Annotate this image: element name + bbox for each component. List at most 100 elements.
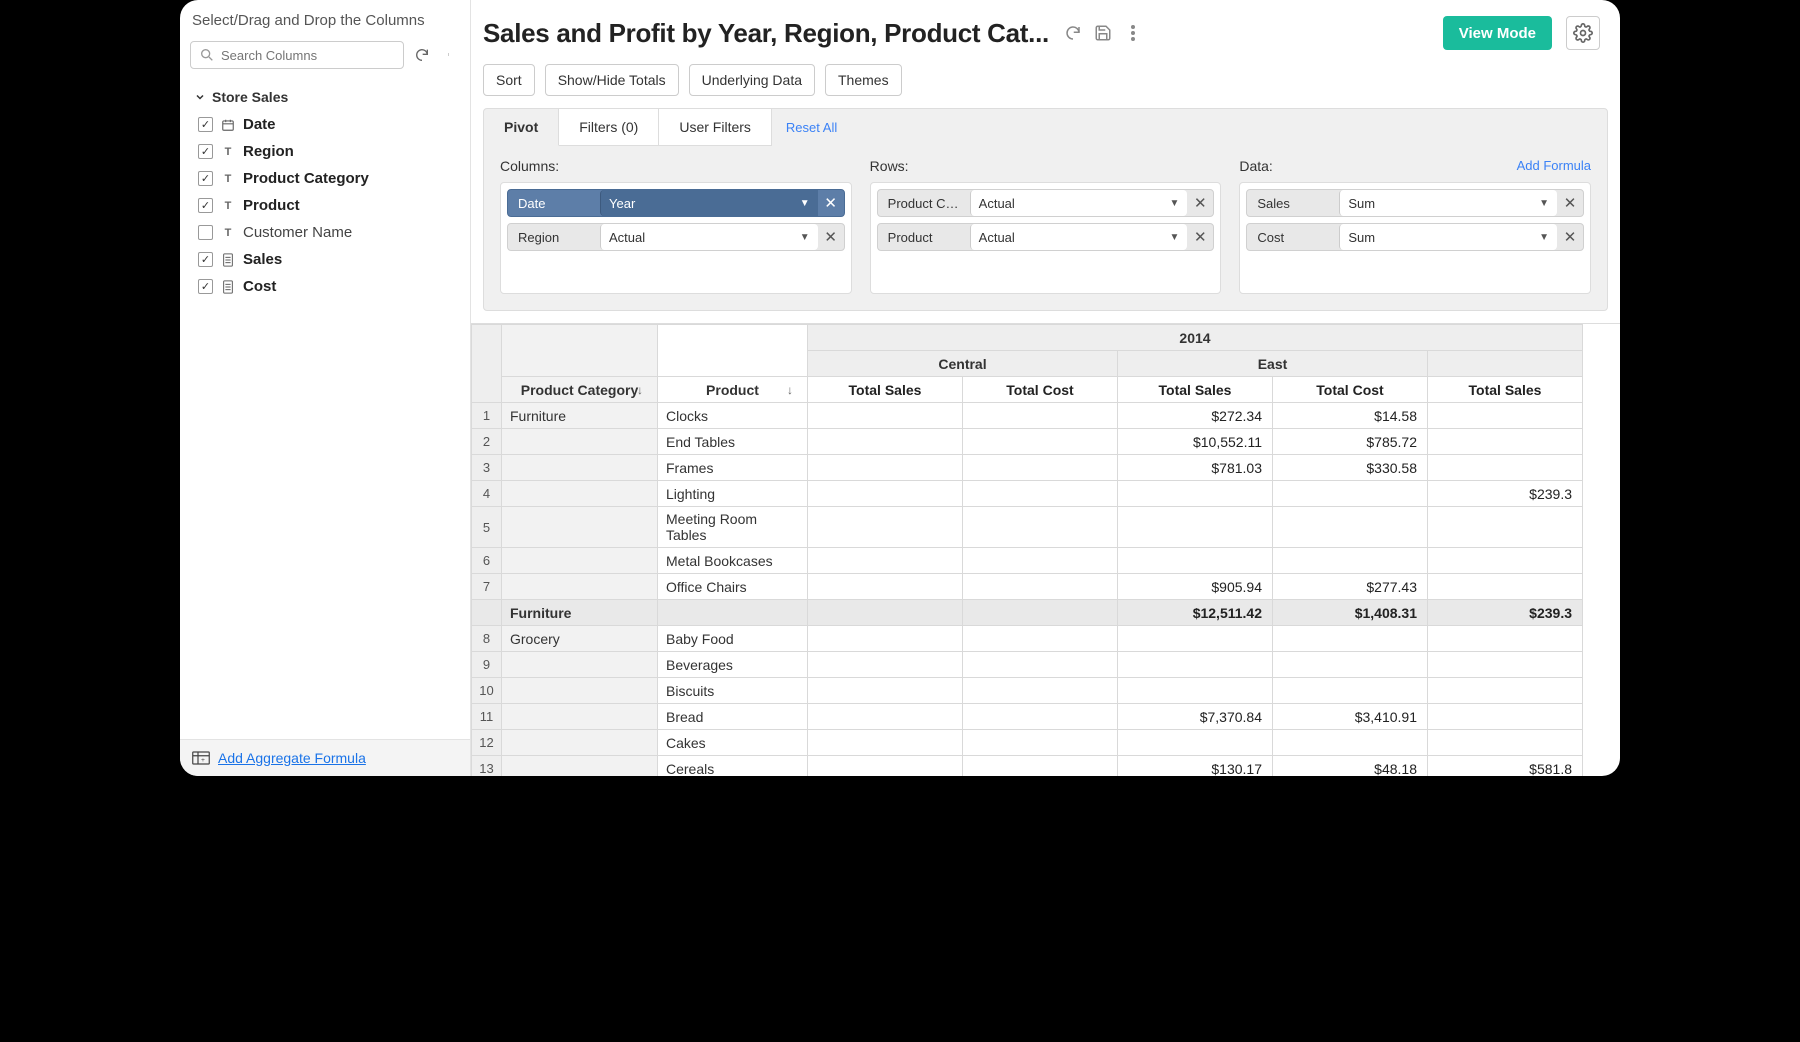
table-row: 10Biscuits	[472, 678, 1583, 704]
pill-region[interactable]: Region Actual▼ ✕	[507, 223, 845, 251]
tab-filters[interactable]: Filters (0)	[559, 109, 659, 146]
more-icon[interactable]	[440, 45, 460, 65]
tree-group-store-sales[interactable]: Store Sales	[190, 83, 462, 111]
value-cell	[963, 730, 1118, 756]
pill-option-select[interactable]: Sum▼	[1339, 190, 1557, 216]
gear-icon	[1573, 23, 1593, 43]
row-number: 1	[472, 403, 502, 429]
text-type-icon: T	[221, 227, 235, 239]
pill-field: Date	[508, 196, 600, 211]
remove-pill-icon[interactable]: ✕	[1557, 196, 1583, 211]
date-type-icon	[221, 118, 235, 132]
pivot-grid[interactable]: 2014CentralEastProduct Category↓Product↓…	[471, 323, 1620, 776]
refresh-icon[interactable]	[412, 45, 432, 65]
tree-item-region[interactable]: T Region	[190, 138, 462, 165]
category-cell	[502, 730, 658, 756]
category-cell	[502, 455, 658, 481]
sort-icon[interactable]: ↓	[787, 383, 793, 397]
metric-header: Total Cost	[963, 377, 1118, 403]
chevron-down-icon: ▼	[1539, 232, 1549, 243]
value-cell	[1428, 652, 1583, 678]
value-cell: $239.3	[1428, 481, 1583, 507]
pill-date[interactable]: Date Year▼ ✕	[507, 189, 845, 217]
refresh-report-icon[interactable]	[1063, 23, 1083, 43]
sort-button[interactable]: Sort	[483, 64, 535, 96]
value-cell	[1273, 678, 1428, 704]
region-header: East	[1118, 351, 1428, 377]
pill-sales[interactable]: Sales Sum▼ ✕	[1246, 189, 1584, 217]
pill-field: Cost	[1247, 230, 1339, 245]
value-cell	[808, 678, 963, 704]
row-number: 4	[472, 481, 502, 507]
tree-item-product[interactable]: T Product	[190, 192, 462, 219]
value-cell	[963, 678, 1118, 704]
remove-pill-icon[interactable]: ✕	[818, 230, 844, 245]
value-cell: $130.17	[1118, 756, 1273, 777]
remove-pill-icon[interactable]: ✕	[1187, 230, 1213, 245]
pill-option-select[interactable]: Actual▼	[600, 224, 818, 250]
more-actions-icon[interactable]	[1123, 23, 1143, 43]
category-cell	[502, 429, 658, 455]
view-mode-button[interactable]: View Mode	[1443, 16, 1552, 50]
sort-icon[interactable]: ↓	[637, 383, 643, 397]
page-title: Sales and Profit by Year, Region, Produc…	[483, 18, 1049, 49]
checkbox[interactable]	[198, 171, 213, 186]
category-cell	[502, 574, 658, 600]
tab-pivot[interactable]: Pivot	[484, 109, 559, 146]
category-cell	[502, 652, 658, 678]
search-input-wrap[interactable]	[190, 41, 404, 69]
underlying-data-button[interactable]: Underlying Data	[689, 64, 815, 96]
checkbox[interactable]	[198, 144, 213, 159]
tree-item-product-category[interactable]: T Product Category	[190, 165, 462, 192]
rows-well[interactable]: Product Cate... Actual▼ ✕ Product Actual▼…	[870, 182, 1222, 294]
search-input[interactable]	[221, 48, 395, 63]
checkbox[interactable]	[198, 225, 213, 240]
save-icon[interactable]	[1093, 23, 1113, 43]
checkbox[interactable]	[198, 279, 213, 294]
pill-product-cate-[interactable]: Product Cate... Actual▼ ✕	[877, 189, 1215, 217]
row-number: 5	[472, 507, 502, 548]
product-cell: Frames	[658, 455, 808, 481]
tree-item-sales[interactable]: Sales	[190, 246, 462, 273]
settings-button[interactable]	[1566, 16, 1600, 50]
value-cell	[963, 704, 1118, 730]
columns-well[interactable]: Date Year▼ ✕Region Actual▼ ✕	[500, 182, 852, 294]
category-cell	[502, 678, 658, 704]
add-formula-link[interactable]: Add Formula	[1517, 158, 1591, 174]
pill-option-select[interactable]: Year▼	[600, 190, 818, 216]
value-cell	[808, 574, 963, 600]
pill-option-select[interactable]: Actual▼	[970, 190, 1188, 216]
product-cell: Baby Food	[658, 626, 808, 652]
remove-pill-icon[interactable]: ✕	[1557, 230, 1583, 245]
checkbox[interactable]	[198, 252, 213, 267]
chevron-down-icon: ▼	[1169, 232, 1179, 243]
value-cell	[1273, 652, 1428, 678]
reset-all-link[interactable]: Reset All	[772, 120, 851, 135]
category-cell	[502, 756, 658, 777]
remove-pill-icon[interactable]: ✕	[1187, 196, 1213, 211]
pill-cost[interactable]: Cost Sum▼ ✕	[1246, 223, 1584, 251]
tree-item-label: Region	[243, 143, 294, 160]
checkbox[interactable]	[198, 198, 213, 213]
product-header[interactable]: Product	[706, 382, 759, 398]
add-aggregate-formula-link[interactable]: Add Aggregate Formula	[218, 750, 366, 766]
pill-product[interactable]: Product Actual▼ ✕	[877, 223, 1215, 251]
subtotal-cell: $1,408.31	[1273, 600, 1428, 626]
show-hide-totals-button[interactable]: Show/Hide Totals	[545, 64, 679, 96]
tree-item-date[interactable]: Date	[190, 111, 462, 138]
value-cell: $48.18	[1273, 756, 1428, 777]
remove-pill-icon[interactable]: ✕	[818, 196, 844, 211]
data-well[interactable]: Sales Sum▼ ✕ Cost Sum▼ ✕	[1239, 182, 1591, 294]
tab-user-filters[interactable]: User Filters	[659, 109, 772, 146]
category-cell	[502, 548, 658, 574]
pill-option-select[interactable]: Sum▼	[1339, 224, 1557, 250]
tree-item-cost[interactable]: Cost	[190, 273, 462, 300]
product-category-header[interactable]: Product Category	[521, 382, 638, 398]
value-cell	[963, 626, 1118, 652]
chevron-down-icon: ▼	[1169, 198, 1179, 209]
tree-item-customer-name[interactable]: T Customer Name	[190, 219, 462, 246]
checkbox[interactable]	[198, 117, 213, 132]
pill-option-select[interactable]: Actual▼	[970, 224, 1188, 250]
formula-icon: +	[192, 751, 210, 765]
themes-button[interactable]: Themes	[825, 64, 902, 96]
